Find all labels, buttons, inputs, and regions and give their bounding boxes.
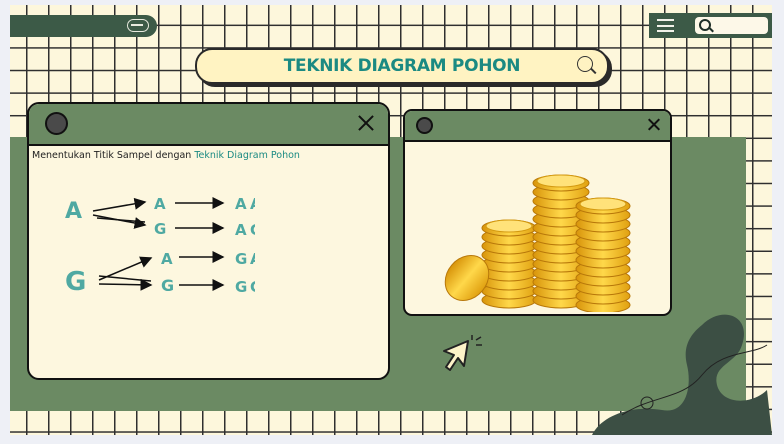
coin-top xyxy=(579,197,627,211)
search-input[interactable] xyxy=(695,17,768,34)
search-icon xyxy=(699,19,711,31)
top-right-bar xyxy=(649,13,772,38)
toggle-icon[interactable] xyxy=(127,19,149,32)
search-icon[interactable] xyxy=(577,56,593,72)
tree-branch-line xyxy=(92,197,147,212)
close-icon[interactable] xyxy=(355,113,375,133)
subtitle-highlight: Teknik Diagram Pohon xyxy=(194,150,300,161)
menu-icon[interactable] xyxy=(657,19,674,32)
tree-result: G xyxy=(250,221,255,239)
top-left-bar xyxy=(10,15,157,37)
tree-child: A xyxy=(161,250,173,268)
tree-root-a: A xyxy=(65,199,82,224)
decorative-blob xyxy=(592,314,772,435)
tree-root-g: G xyxy=(65,267,86,297)
coin-top xyxy=(485,219,533,233)
close-icon[interactable] xyxy=(646,117,660,132)
tree-result: A xyxy=(235,195,247,213)
tree-diagram: A G A G A G A A A G G A G G xyxy=(65,195,255,297)
page-title: TEKNIK DIAGRAM POHON xyxy=(283,56,521,76)
coin-top xyxy=(536,174,586,188)
tree-result: A xyxy=(235,221,247,239)
window-circle-icon xyxy=(45,112,68,135)
tree-result: G xyxy=(250,278,255,296)
tree-branch-line xyxy=(96,217,146,223)
cursor-icon xyxy=(443,335,482,371)
tree-child: G xyxy=(161,276,174,295)
tree-result: G xyxy=(235,278,247,296)
coins-image xyxy=(444,174,631,312)
diagram-window: Menentukan Titik Sampel dengan Teknik Di… xyxy=(27,102,390,380)
window-circle-icon xyxy=(416,117,433,134)
window-header xyxy=(29,104,388,146)
window-header xyxy=(405,111,670,142)
image-window xyxy=(403,109,672,316)
tree-result: A xyxy=(250,195,255,213)
tree-child: G xyxy=(154,220,166,238)
tree-branch-line xyxy=(98,278,153,291)
slide-canvas: TEKNIK DIAGRAM POHON Menentukan Titik Sa… xyxy=(10,5,772,435)
tree-result: A xyxy=(250,250,255,268)
tree-child: A xyxy=(154,195,166,213)
window-subtitle: Menentukan Titik Sampel dengan Teknik Di… xyxy=(32,150,300,161)
title-bar: TEKNIK DIAGRAM POHON xyxy=(195,48,609,84)
tree-result: G xyxy=(235,250,247,268)
tree-branch-line xyxy=(98,275,152,282)
